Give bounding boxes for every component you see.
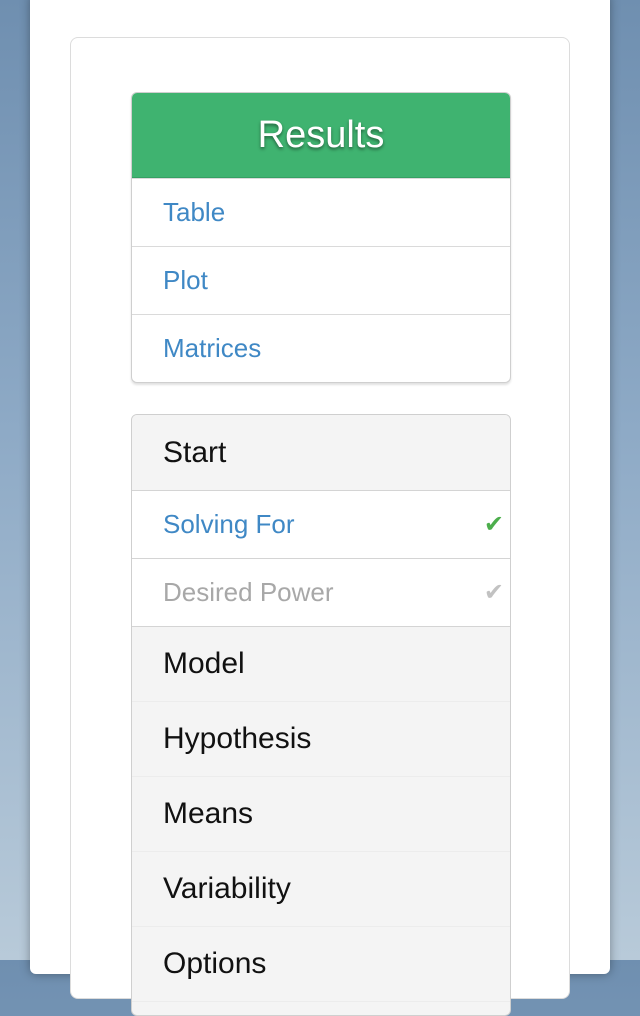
step-means[interactable]: Means <box>132 777 510 852</box>
step-desired-power-label: Desired Power <box>163 577 334 607</box>
results-card: Results Table Plot Matrices <box>131 92 511 383</box>
check-icon: ✔ <box>483 511 504 538</box>
step-model[interactable]: Model <box>132 627 510 702</box>
step-options[interactable]: Options <box>132 927 510 1002</box>
content-panel: Results Table Plot Matrices Start Solvin… <box>70 37 570 1016</box>
step-variability[interactable]: Variability <box>132 852 510 927</box>
step-hypothesis[interactable]: Hypothesis <box>132 702 510 777</box>
step-solving-for[interactable]: Solving For ✔ <box>132 491 510 559</box>
check-icon: ✔ <box>483 579 504 606</box>
step-desired-power: Desired Power ✔ <box>132 559 510 627</box>
step-start-header[interactable]: Start <box>132 415 510 491</box>
results-link-plot[interactable]: Plot <box>132 246 510 314</box>
results-link-table[interactable]: Table <box>132 178 510 246</box>
results-link-matrices[interactable]: Matrices <box>132 314 510 382</box>
steps-card: Start Solving For ✔ Desired Power ✔ Mode… <box>131 414 511 1016</box>
results-title: Results <box>132 93 510 178</box>
step-solving-for-label: Solving For <box>163 509 295 539</box>
page-card: Results Table Plot Matrices Start Solvin… <box>30 0 610 1016</box>
